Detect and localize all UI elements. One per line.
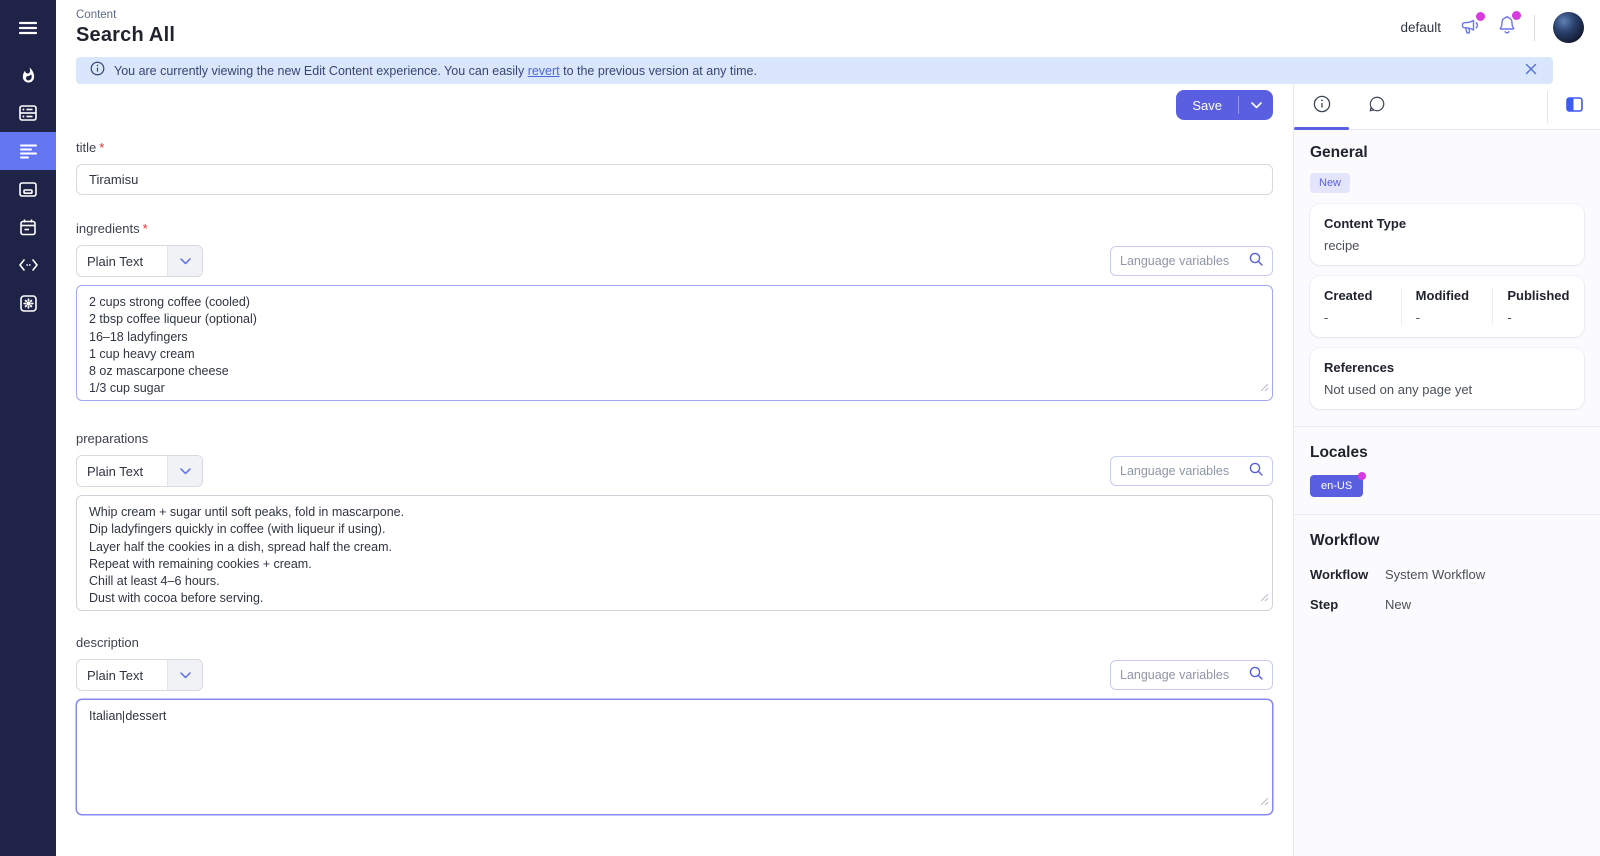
sidebar-item-calendar[interactable] [0, 208, 56, 246]
locale-dot [1358, 472, 1366, 480]
comment-icon [1368, 95, 1386, 118]
references-card: References Not used on any page yet [1310, 348, 1584, 409]
language-variables-input[interactable] [1120, 254, 1249, 268]
preparations-textarea[interactable]: Whip cream + sugar until soft peaks, fol… [76, 495, 1273, 611]
flame-icon [20, 67, 37, 84]
field-ingredients: ingredients* Plain Text 2 cups strong co… [76, 221, 1273, 401]
dates-card: Created - Modified - Published - [1310, 276, 1584, 337]
sidebar-item-flame[interactable] [0, 56, 56, 94]
notifications-button[interactable] [1498, 15, 1516, 40]
calendar-icon [20, 219, 36, 236]
required-asterisk: * [143, 221, 148, 236]
workflow-heading: Workflow [1310, 532, 1584, 550]
field-label: ingredients* [76, 221, 1273, 236]
page-title: Search All [76, 24, 175, 47]
gear-square-icon [20, 295, 37, 312]
workflow-row: Workflow System Workflow [1310, 567, 1584, 582]
header: Content Search All default [56, 0, 1600, 55]
description-format-select[interactable]: Plain Text [76, 659, 203, 691]
search-icon [1249, 462, 1263, 481]
entry-editor: Save title* ingredients* Plain Text [56, 84, 1293, 856]
locale-badge-en-us[interactable]: en-US [1310, 475, 1363, 497]
tab-info[interactable] [1294, 95, 1349, 118]
notification-dot [1512, 11, 1521, 20]
ingredients-textarea[interactable]: 2 cups strong coffee (cooled) 2 tbsp cof… [76, 285, 1273, 401]
editor-toolbar: Save [76, 90, 1273, 120]
entries-icon [19, 105, 37, 121]
info-icon [1313, 95, 1331, 118]
preparations-language-variables-search[interactable] [1110, 456, 1273, 486]
general-heading: General [1310, 144, 1584, 162]
left-nav-rail [0, 0, 56, 856]
required-asterisk: * [99, 140, 104, 155]
panel-body: General New Content Type recipe Created … [1294, 130, 1600, 856]
panel-tabs [1294, 84, 1600, 130]
chevron-down-icon [167, 660, 202, 690]
environment-label[interactable]: default [1400, 20, 1441, 35]
app-window: Content Search All default You are c [0, 0, 1600, 856]
field-preparations: preparations Plain Text Whip cream + sug… [76, 431, 1273, 611]
announcements-button[interactable] [1459, 16, 1480, 40]
resize-handle[interactable] [1260, 380, 1269, 397]
sidebar-item-code[interactable] [0, 246, 56, 284]
save-button[interactable]: Save [1176, 90, 1273, 120]
info-banner: You are currently viewing the new Edit C… [76, 57, 1553, 84]
breadcrumb[interactable]: Content [76, 9, 175, 21]
notification-dot [1476, 12, 1485, 21]
sidebar-item-content[interactable] [0, 132, 56, 170]
info-circle-icon [90, 61, 105, 81]
active-tab-underline [1294, 127, 1349, 130]
collapse-panel-button[interactable] [1548, 97, 1600, 117]
code-icon [19, 259, 38, 271]
ingredients-format-select[interactable]: Plain Text [76, 245, 203, 277]
chevron-down-icon [167, 456, 202, 486]
field-label: preparations [76, 431, 1273, 446]
locales-heading: Locales [1310, 444, 1584, 462]
panel-layout-icon [1566, 97, 1583, 117]
header-divider [1534, 15, 1535, 41]
content-lines-icon [20, 144, 37, 159]
window-icon [19, 182, 37, 197]
tab-comments[interactable] [1349, 95, 1404, 118]
resize-handle[interactable] [1260, 590, 1269, 607]
save-dropdown-button[interactable] [1239, 90, 1273, 120]
sidebar-item-window[interactable] [0, 170, 56, 208]
resize-handle[interactable] [1260, 794, 1269, 811]
chevron-down-icon [167, 246, 202, 276]
created-col: Created - [1310, 288, 1401, 325]
avatar[interactable] [1553, 12, 1584, 43]
field-description: description Plain Text Italiandessert [76, 635, 1273, 815]
language-variables-input[interactable] [1120, 668, 1249, 682]
banner-message: You are currently viewing the new Edit C… [114, 64, 757, 78]
ingredients-language-variables-search[interactable] [1110, 246, 1273, 276]
modified-col: Modified - [1401, 288, 1493, 325]
content-type-card: Content Type recipe [1310, 204, 1584, 265]
description-language-variables-search[interactable] [1110, 660, 1273, 690]
title-input[interactable] [76, 164, 1273, 195]
search-icon [1249, 252, 1263, 271]
search-icon [1249, 666, 1263, 685]
description-textarea[interactable]: Italiandessert [76, 699, 1273, 815]
language-variables-input[interactable] [1120, 464, 1249, 478]
step-row: Step New [1310, 597, 1584, 612]
field-label: title* [76, 140, 1273, 155]
banner-close-button[interactable] [1525, 63, 1537, 75]
sidebar-item-settings[interactable] [0, 284, 56, 322]
sidebar-item-entries[interactable] [0, 94, 56, 132]
section-divider [1294, 514, 1600, 515]
field-label: description [76, 635, 1273, 650]
revert-link[interactable]: revert [528, 64, 560, 78]
menu-icon[interactable] [0, 0, 56, 56]
field-title: title* [76, 140, 1273, 195]
preparations-format-select[interactable]: Plain Text [76, 455, 203, 487]
info-panel: General New Content Type recipe Created … [1293, 84, 1600, 856]
section-divider [1294, 426, 1600, 427]
published-col: Published - [1492, 288, 1584, 325]
status-badge: New [1310, 173, 1350, 193]
